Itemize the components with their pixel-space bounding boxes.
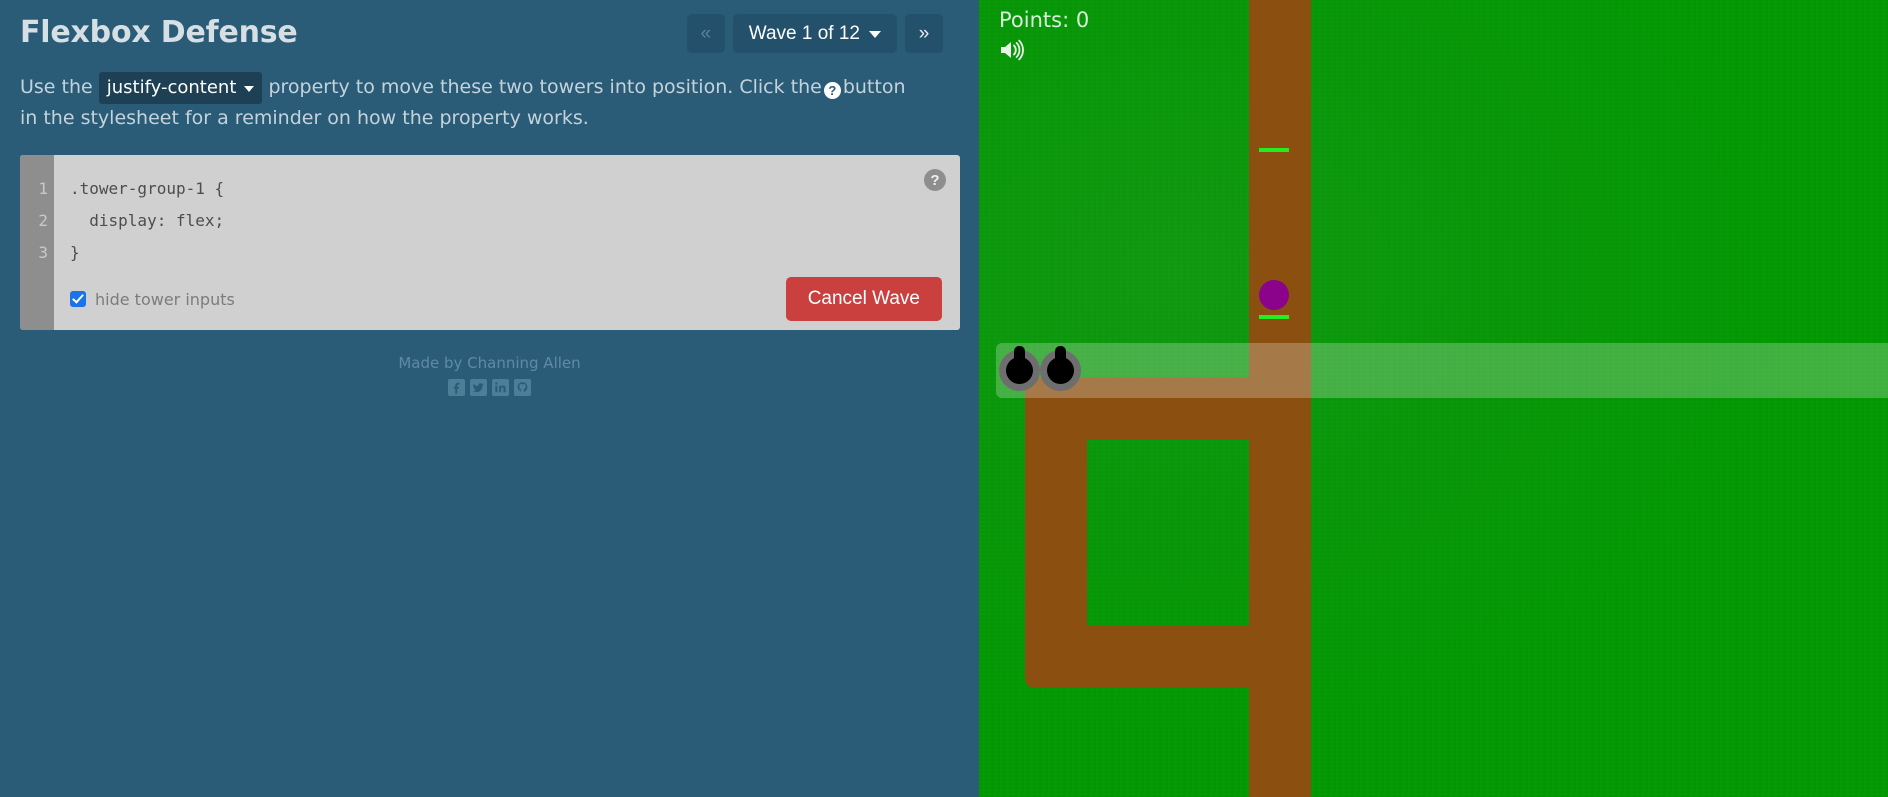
chevron-down-icon bbox=[869, 31, 881, 38]
panel-header: Flexbox Defense « Wave 1 of 12 » bbox=[0, 0, 979, 62]
checkbox-box[interactable] bbox=[70, 291, 86, 307]
enemy-health-bar bbox=[1259, 315, 1289, 319]
chevron-down-icon bbox=[244, 85, 255, 92]
help-icon[interactable]: ? bbox=[924, 169, 946, 191]
hide-tower-inputs-checkbox[interactable]: hide tower inputs bbox=[70, 290, 235, 309]
tower-turret bbox=[1047, 357, 1074, 384]
left-control-panel: Flexbox Defense « Wave 1 of 12 » Use the… bbox=[0, 0, 979, 797]
points-display: Points: 0 bbox=[999, 8, 1090, 32]
property-selector-dropdown[interactable]: justify-content bbox=[98, 72, 263, 104]
credits: Made by Channing Allen bbox=[0, 354, 979, 396]
instructions-part-1: Use the bbox=[20, 76, 93, 98]
code-line[interactable]: display: flex; bbox=[70, 205, 960, 237]
wave-selector-dropdown[interactable]: Wave 1 of 12 bbox=[732, 14, 897, 53]
enemy bbox=[1259, 148, 1289, 319]
path-segment-bottom-vertical bbox=[1249, 626, 1311, 797]
tower-turret bbox=[1006, 357, 1033, 384]
double-chevron-right-icon: » bbox=[918, 22, 930, 44]
code-line[interactable]: .tower-group-1 { bbox=[70, 173, 960, 205]
line-number: 2 bbox=[38, 211, 48, 230]
twitter-icon[interactable] bbox=[470, 379, 487, 396]
property-selector-label: justify-content bbox=[106, 77, 237, 98]
facebook-icon[interactable] bbox=[448, 379, 465, 396]
speaker-on-icon[interactable] bbox=[999, 38, 1025, 62]
hide-tower-inputs-label: hide tower inputs bbox=[95, 289, 235, 309]
editor-footer: hide tower inputs Cancel Wave bbox=[54, 268, 960, 330]
line-number: 3 bbox=[38, 243, 48, 262]
page-title: Flexbox Defense bbox=[20, 15, 298, 50]
instructions-part-2: property to move these two towers into p… bbox=[268, 76, 822, 98]
wave-controls: « Wave 1 of 12 » bbox=[686, 14, 959, 53]
tower-group-1[interactable] bbox=[996, 343, 1888, 398]
wave-selector-label: Wave 1 of 12 bbox=[748, 22, 860, 44]
editor-line-number-gutter: 1 2 3 bbox=[20, 155, 54, 330]
tower[interactable] bbox=[999, 346, 1040, 391]
code-line[interactable]: } bbox=[70, 237, 960, 269]
social-links bbox=[0, 379, 979, 396]
instructions-text: Use the justify-content property to move… bbox=[20, 72, 920, 133]
credit-text: Made by Channing Allen bbox=[398, 354, 581, 372]
css-stylesheet-editor[interactable]: 1 2 3 .tower-group-1 { display: flex; } … bbox=[20, 155, 960, 330]
enemy-body bbox=[1259, 280, 1289, 310]
next-wave-button[interactable]: » bbox=[905, 14, 943, 53]
line-number: 1 bbox=[38, 179, 48, 198]
game-board[interactable]: Points: 0 bbox=[979, 0, 1888, 797]
github-icon[interactable] bbox=[514, 379, 531, 396]
enemy-health-bar bbox=[1259, 148, 1289, 152]
flexbox-defense-app: Flexbox Defense « Wave 1 of 12 » Use the… bbox=[0, 0, 1888, 797]
cancel-wave-button[interactable]: Cancel Wave bbox=[785, 277, 942, 321]
double-chevron-left-icon: « bbox=[700, 22, 712, 44]
help-icon[interactable]: ? bbox=[823, 82, 841, 99]
tower[interactable] bbox=[1040, 346, 1081, 391]
previous-wave-button[interactable]: « bbox=[686, 14, 725, 53]
linkedin-icon[interactable] bbox=[492, 379, 509, 396]
